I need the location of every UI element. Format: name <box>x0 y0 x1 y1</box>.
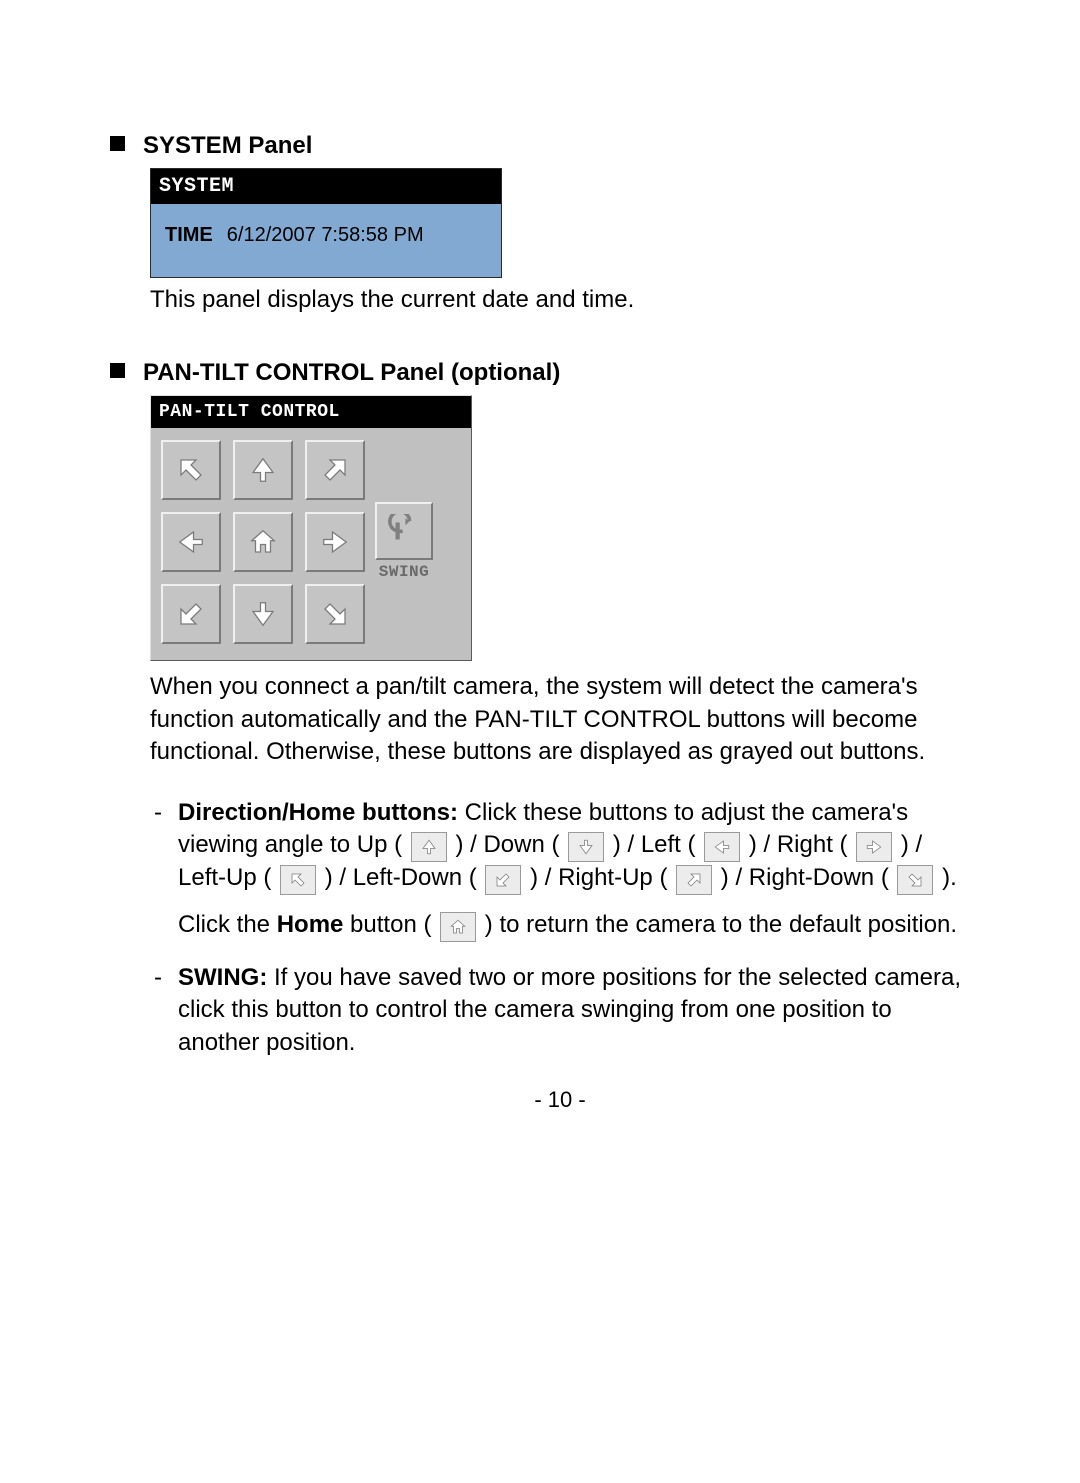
pantilt-intro: When you connect a pan/tilt camera, the … <box>150 671 970 768</box>
left-icon <box>704 832 740 862</box>
left-button[interactable] <box>161 512 221 572</box>
left-down-button[interactable] <box>161 584 221 644</box>
system-panel-body: TIME 6/12/2007 7:58:58 PM <box>151 204 501 277</box>
up-button[interactable] <box>233 440 293 500</box>
bullet-square-icon <box>110 136 125 151</box>
right-icon <box>856 832 892 862</box>
right-up-icon <box>676 865 712 895</box>
home-note: Click the Home button ( ) to return the … <box>178 909 970 942</box>
direction-home-label: Direction/Home buttons: <box>178 799 458 826</box>
pantilt-panel-header: PAN-TILT CONTROL <box>151 396 471 428</box>
left-up-icon <box>280 865 316 895</box>
home-icon <box>440 912 476 942</box>
bullet-square-icon <box>110 363 125 378</box>
down-icon <box>568 832 604 862</box>
system-panel-header: SYSTEM <box>151 169 501 204</box>
down-button[interactable] <box>233 584 293 644</box>
swing-item: SWING: If you have saved two or more pos… <box>150 962 970 1059</box>
page-number: - 10 - <box>150 1085 970 1115</box>
up-icon <box>411 832 447 862</box>
heading-text: SYSTEM Panel <box>143 132 312 159</box>
right-down-icon <box>897 865 933 895</box>
swing-button[interactable] <box>375 502 433 560</box>
heading-text: PAN-TILT CONTROL Panel (optional) <box>143 359 560 386</box>
pantilt-panel-screenshot: PAN-TILT CONTROL SWING <box>150 395 472 661</box>
swing-label-text: SWING: <box>178 964 267 991</box>
system-panel-caption: This panel displays the current date and… <box>150 284 970 316</box>
time-value: 6/12/2007 7:58:58 PM <box>227 224 424 246</box>
direction-grid <box>155 434 371 650</box>
section-heading-pantilt: PAN-TILT CONTROL Panel (optional) <box>110 357 970 389</box>
left-up-button[interactable] <box>161 440 221 500</box>
right-button[interactable] <box>305 512 365 572</box>
direction-home-item: Direction/Home buttons: Click these butt… <box>150 797 970 942</box>
section-heading-system: SYSTEM Panel <box>110 130 970 162</box>
left-down-icon <box>485 865 521 895</box>
swing-label: SWING <box>379 562 430 584</box>
right-down-button[interactable] <box>305 584 365 644</box>
right-up-button[interactable] <box>305 440 365 500</box>
home-button[interactable] <box>233 512 293 572</box>
time-label: TIME <box>165 224 213 246</box>
system-panel-screenshot: SYSTEM TIME 6/12/2007 7:58:58 PM <box>150 168 502 278</box>
